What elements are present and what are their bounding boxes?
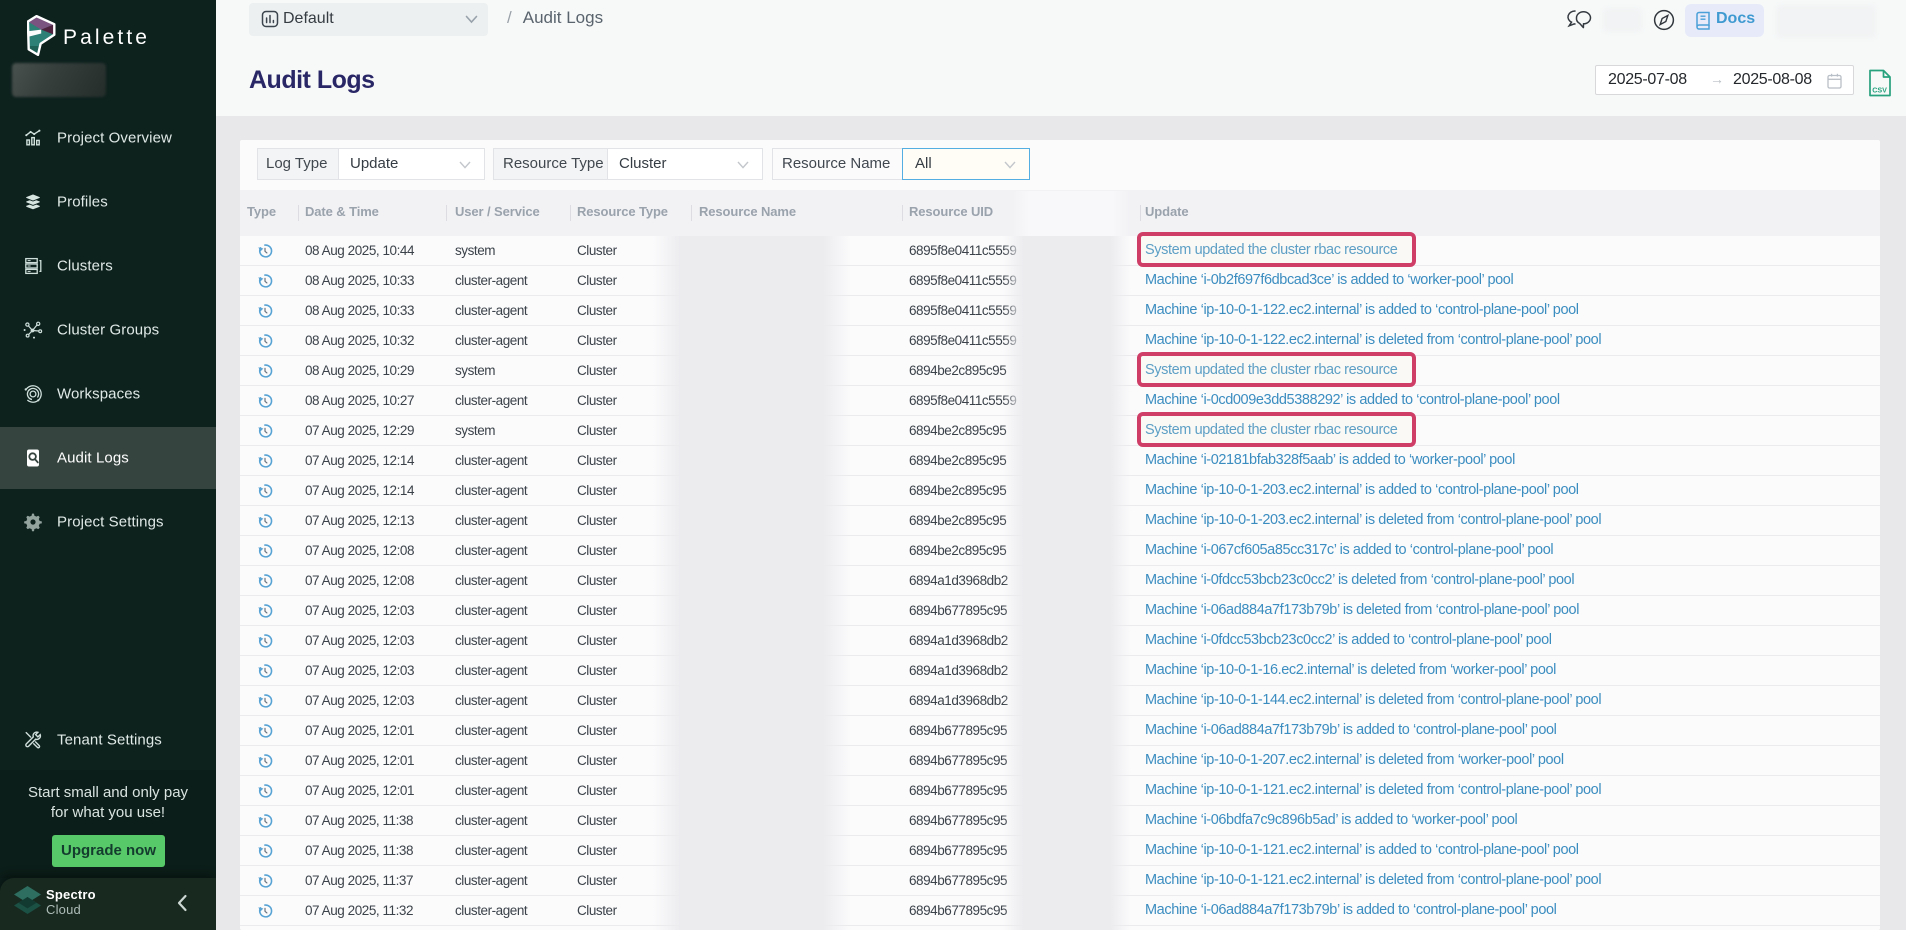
svg-text:CSV: CSV (1872, 86, 1887, 95)
